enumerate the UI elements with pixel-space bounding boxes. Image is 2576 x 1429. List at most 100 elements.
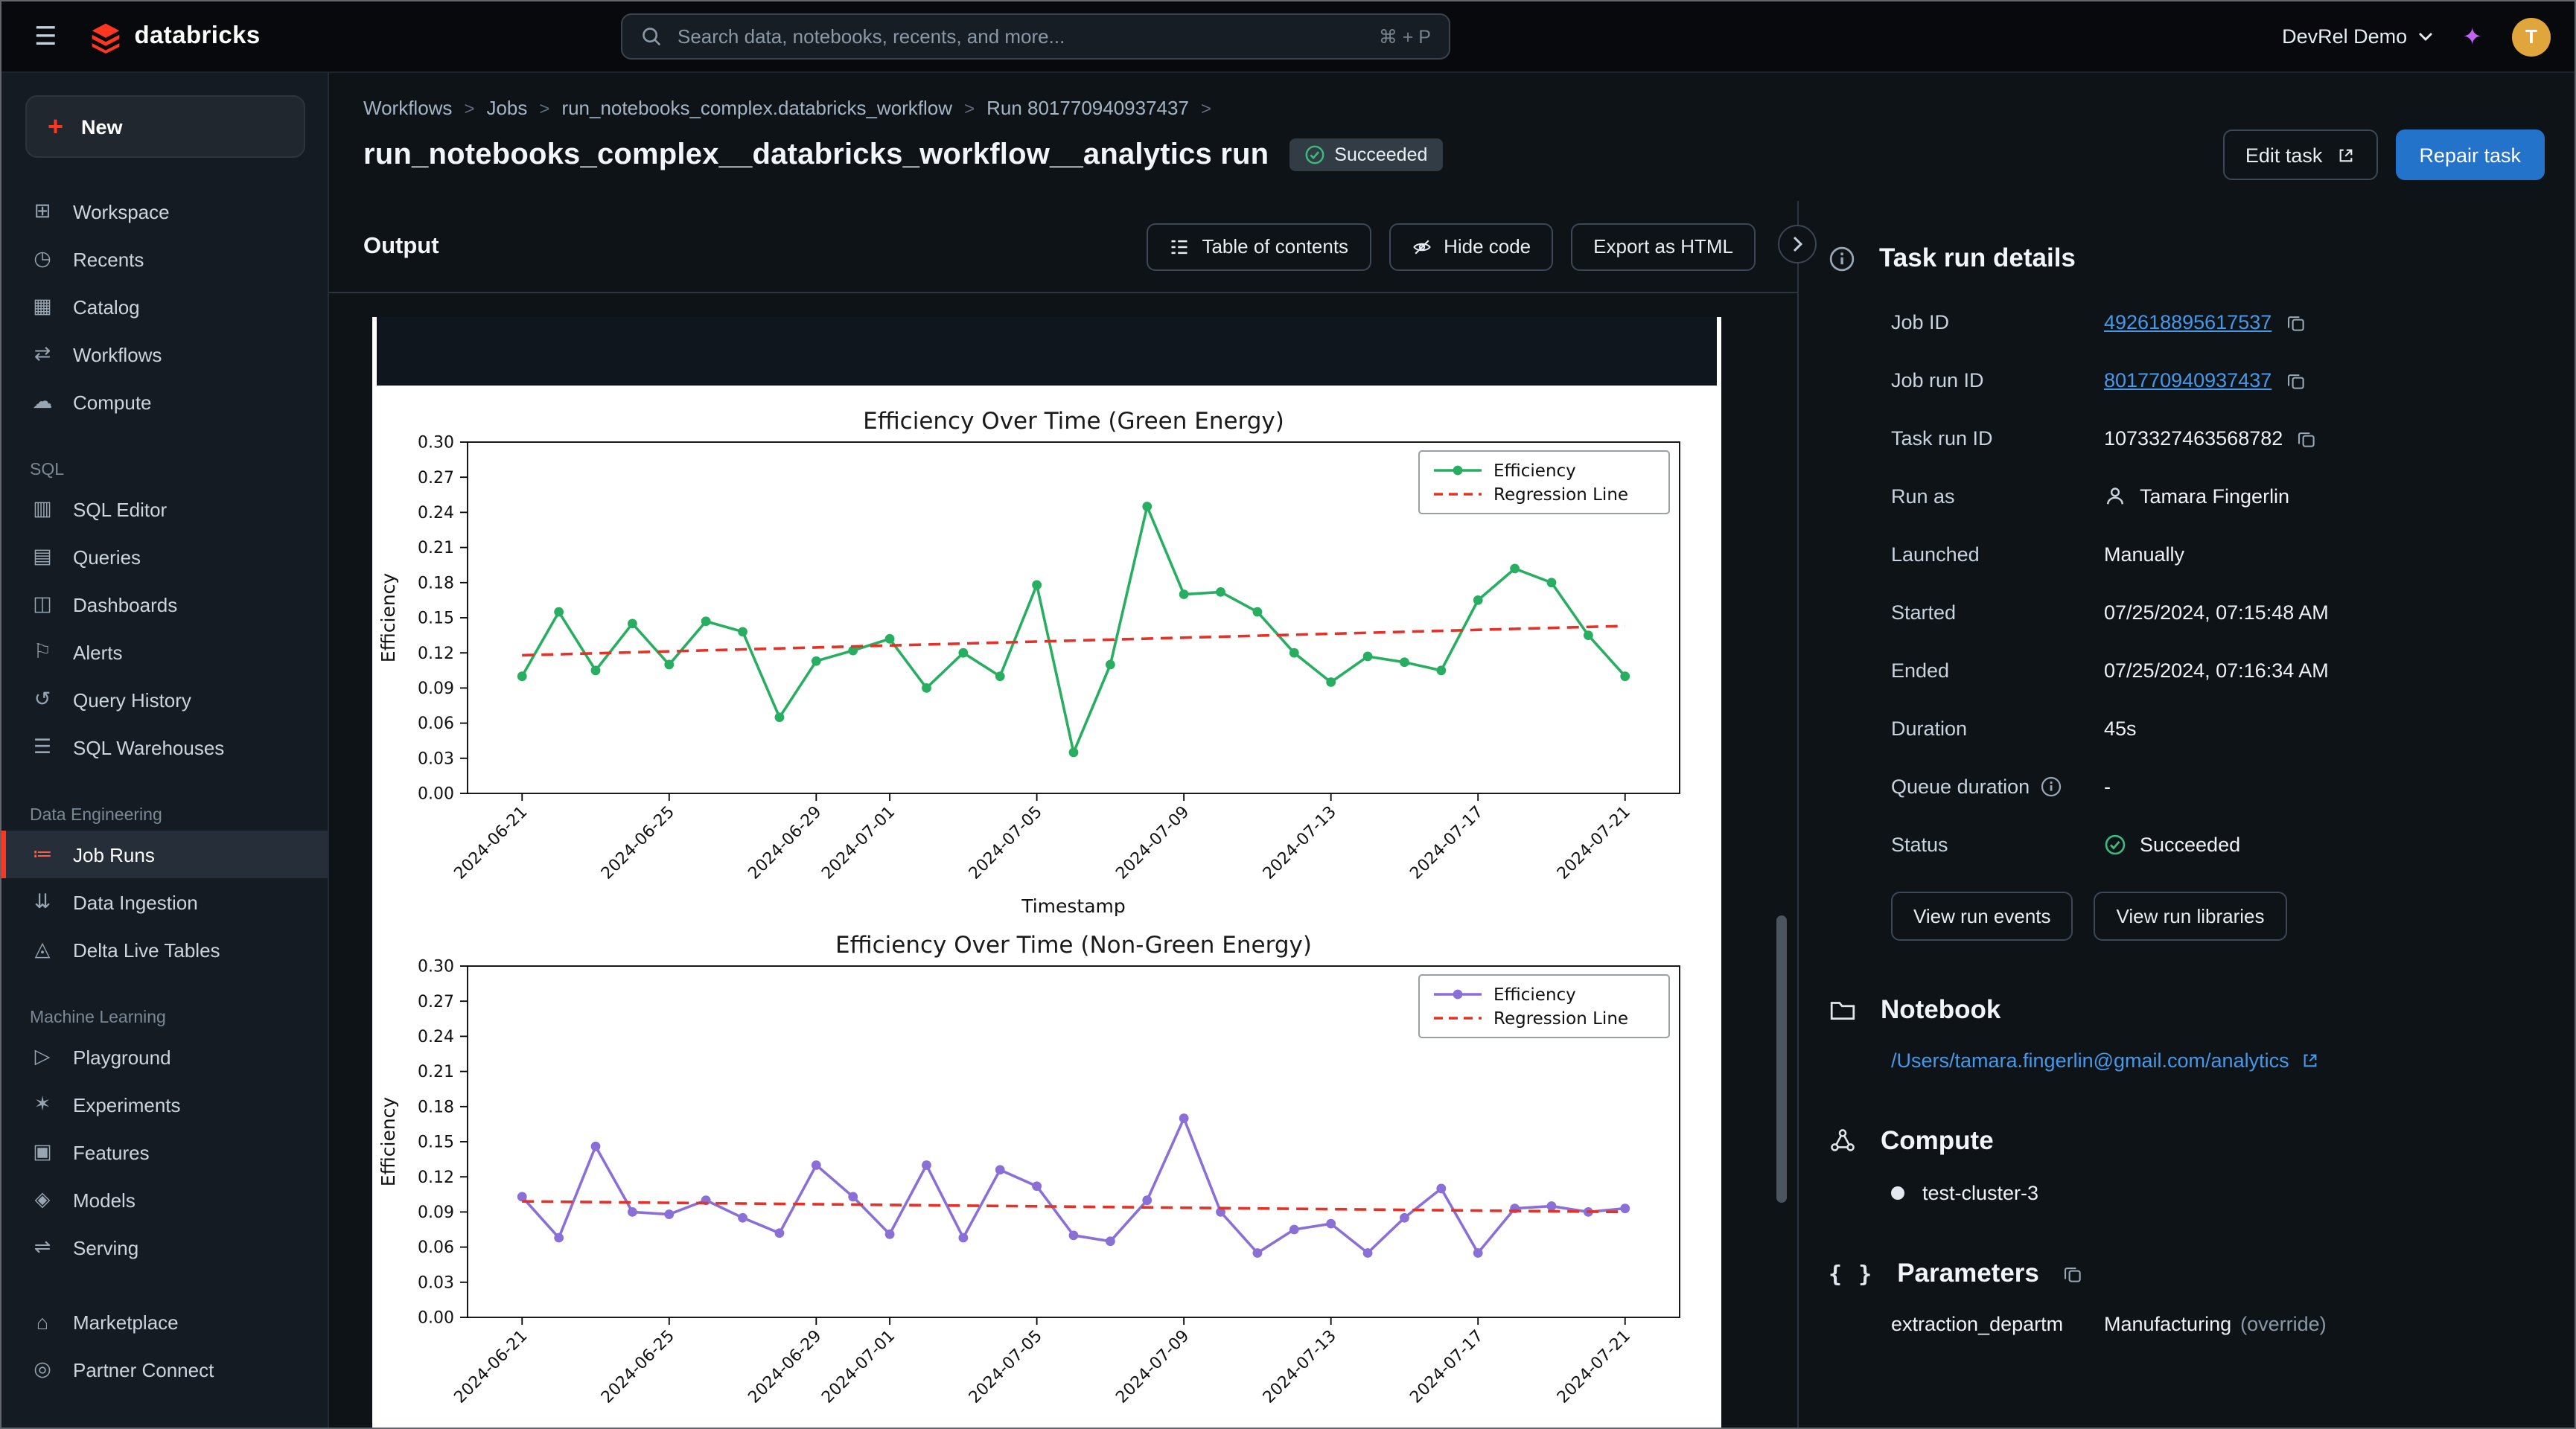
svg-text:Timestamp: Timestamp — [1021, 895, 1126, 917]
detail-row-job-id: Job ID 492618895617537 — [1891, 293, 2575, 351]
view-run-libraries-button[interactable]: View run libraries — [2094, 892, 2287, 941]
svg-text:0.15: 0.15 — [418, 1134, 454, 1152]
svg-text:0.24: 0.24 — [418, 504, 454, 522]
parameter-key: extraction_departm — [1891, 1313, 2104, 1335]
sidebar-item-label: Playground — [73, 1046, 171, 1068]
databricks-app: ☰ databricks Search data, notebooks, rec… — [0, 0, 2576, 1429]
avatar[interactable]: T — [2512, 17, 2551, 56]
sidebar-item-sql-editor[interactable]: ▥ SQL Editor — [1, 485, 328, 533]
toc-icon — [1169, 236, 1190, 257]
sidebar-item-label: Recents — [73, 248, 144, 270]
person-icon — [2104, 485, 2126, 508]
svg-text:0.06: 0.06 — [418, 1238, 454, 1257]
info-circle-icon — [1829, 245, 1855, 272]
detail-row-value: Tamara Fingerlin — [2140, 485, 2289, 508]
sidebar-item-experiments[interactable]: ✶Experiments — [1, 1081, 328, 1128]
compute-section-title: Compute — [1881, 1125, 1994, 1157]
breadcrumb-link-1[interactable]: Jobs — [486, 97, 527, 119]
output-title: Output — [363, 233, 439, 260]
notebook-output-scroll-area[interactable]: Efficiency Over Time (Green Energy)0.000… — [329, 293, 1797, 1428]
sql-editor-icon: ▥ — [30, 497, 55, 521]
features-icon: ▣ — [30, 1140, 55, 1164]
vertical-scrollbar[interactable] — [1776, 915, 1787, 1203]
copy-icon[interactable] — [2285, 312, 2306, 333]
experiments-icon: ✶ — [30, 1093, 55, 1116]
edit-task-button[interactable]: Edit task — [2223, 130, 2378, 180]
global-search-input[interactable]: Search data, notebooks, recents, and mor… — [621, 13, 1450, 60]
detail-row-label: Launched — [1891, 543, 1980, 566]
breadcrumb-link-0[interactable]: Workflows — [363, 97, 452, 119]
sidebar-item-models[interactable]: ◈Models — [1, 1176, 328, 1224]
repair-task-button[interactable]: Repair task — [2395, 130, 2545, 180]
sidebar-item-dashboards[interactable]: ◫Dashboards — [1, 581, 328, 628]
notebook-path-link[interactable]: /Users/tamara.fingerlin@gmail.com/analyt… — [1891, 1049, 2575, 1072]
notebook-path: /Users/tamara.fingerlin@gmail.com/analyt… — [1891, 1049, 2289, 1072]
sidebar-item-compute[interactable]: ☁Compute — [1, 378, 328, 426]
sidebar-item-alerts[interactable]: ⚐Alerts — [1, 628, 328, 676]
sidebar-item-label: Compute — [73, 391, 152, 413]
breadcrumb-link-3[interactable]: Run 801770940937437 — [986, 97, 1189, 119]
sidebar-item-label: Dashboards — [73, 593, 177, 616]
sidebar-item-catalog[interactable]: ▦Catalog — [1, 283, 328, 330]
detail-row-label: Queue duration — [1891, 776, 2030, 798]
job-runs-icon: ≔ — [30, 843, 55, 866]
sidebar-item-job-runs[interactable]: ≔Job Runs — [1, 831, 328, 878]
detail-row-value: 07/25/2024, 07:15:48 AM — [2104, 601, 2329, 624]
detail-row-label: Job ID — [1891, 311, 1949, 333]
parameters-section-header: { } Parameters — [1829, 1258, 2575, 1289]
svg-text:0.03: 0.03 — [418, 1273, 454, 1292]
brand-name: databricks — [135, 22, 261, 51]
sidebar-item-features[interactable]: ▣Features — [1, 1128, 328, 1176]
assistant-sparkle-icon[interactable]: ✦ — [2462, 22, 2482, 51]
cluster-row[interactable]: test-cluster-3 — [1891, 1182, 2575, 1204]
copy-icon[interactable] — [2063, 1263, 2084, 1284]
export-html-button[interactable]: Export as HTML — [1571, 223, 1756, 270]
notebook-output-card: Efficiency Over Time (Green Energy)0.000… — [372, 317, 1721, 1428]
export-html-label: Export as HTML — [1593, 235, 1733, 258]
sidebar-item-marketplace[interactable]: ⌂Marketplace — [1, 1298, 328, 1346]
sidebar-item-recents[interactable]: ◷Recents — [1, 235, 328, 283]
detail-row-value-link[interactable]: 492618895617537 — [2104, 311, 2271, 333]
hide-code-label: Hide code — [1444, 235, 1531, 258]
svg-text:0.12: 0.12 — [418, 645, 454, 663]
sidebar-item-label: SQL Editor — [73, 498, 167, 520]
query-history-icon: ↺ — [30, 688, 55, 712]
sidebar-item-workflows[interactable]: ⇄Workflows — [1, 330, 328, 378]
breadcrumb-link-2[interactable]: run_notebooks_complex.databricks_workflo… — [561, 97, 952, 119]
sidebar-item-sql-warehouses[interactable]: ☰SQL Warehouses — [1, 723, 328, 771]
hamburger-menu-icon[interactable]: ☰ — [25, 19, 66, 54]
sidebar-item-serving[interactable]: ⇌Serving — [1, 1224, 328, 1271]
workspace-switcher[interactable]: DevRel Demo — [2282, 25, 2432, 48]
collapse-panel-button[interactable] — [1778, 225, 1817, 263]
task-run-details-header: Task run details — [1829, 243, 2575, 274]
view-run-events-button[interactable]: View run events — [1891, 892, 2073, 941]
sidebar-item-label: Delta Live Tables — [73, 939, 220, 961]
info-icon[interactable] — [2040, 776, 2062, 798]
sidebar-item-query-history[interactable]: ↺Query History — [1, 676, 328, 723]
catalog-icon: ▦ — [30, 295, 55, 319]
sidebar-item-playground[interactable]: ▷Playground — [1, 1033, 328, 1081]
sidebar-item-delta-live-tables[interactable]: ◬Delta Live Tables — [1, 926, 328, 974]
sidebar-item-workspace[interactable]: ⊞Workspace — [1, 188, 328, 235]
detail-row-label: Started — [1891, 601, 1956, 624]
workspace-name: DevRel Demo — [2282, 25, 2407, 48]
detail-row-label: Run as — [1891, 485, 1955, 508]
sidebar-item-data-ingestion[interactable]: ⇊Data Ingestion — [1, 878, 328, 926]
detail-row-queue-duration: Queue duration- — [1891, 758, 2575, 816]
databricks-logo[interactable]: databricks — [90, 20, 261, 53]
sidebar-item-partner-connect[interactable]: ◎Partner Connect — [1, 1346, 328, 1393]
output-panel: Output Table of contents Hide code — [329, 201, 1797, 1428]
copy-icon[interactable] — [2285, 370, 2306, 391]
sidebar-item-queries[interactable]: ▤Queries — [1, 533, 328, 581]
sidebar-item-label: Serving — [73, 1236, 138, 1259]
svg-text:Regression Line: Regression Line — [1493, 1009, 1628, 1029]
detail-row-value-link[interactable]: 801770940937437 — [2104, 369, 2271, 391]
sidebar-item-label: Workflows — [73, 343, 162, 365]
data-ingestion-icon: ⇊ — [30, 890, 55, 914]
sidebar-item-label: Queries — [73, 546, 141, 568]
table-of-contents-button[interactable]: Table of contents — [1147, 223, 1371, 270]
svg-text:0.21: 0.21 — [418, 1063, 454, 1081]
hide-code-button[interactable]: Hide code — [1389, 223, 1553, 270]
copy-icon[interactable] — [2296, 428, 2317, 449]
new-button[interactable]: + New — [25, 95, 305, 158]
